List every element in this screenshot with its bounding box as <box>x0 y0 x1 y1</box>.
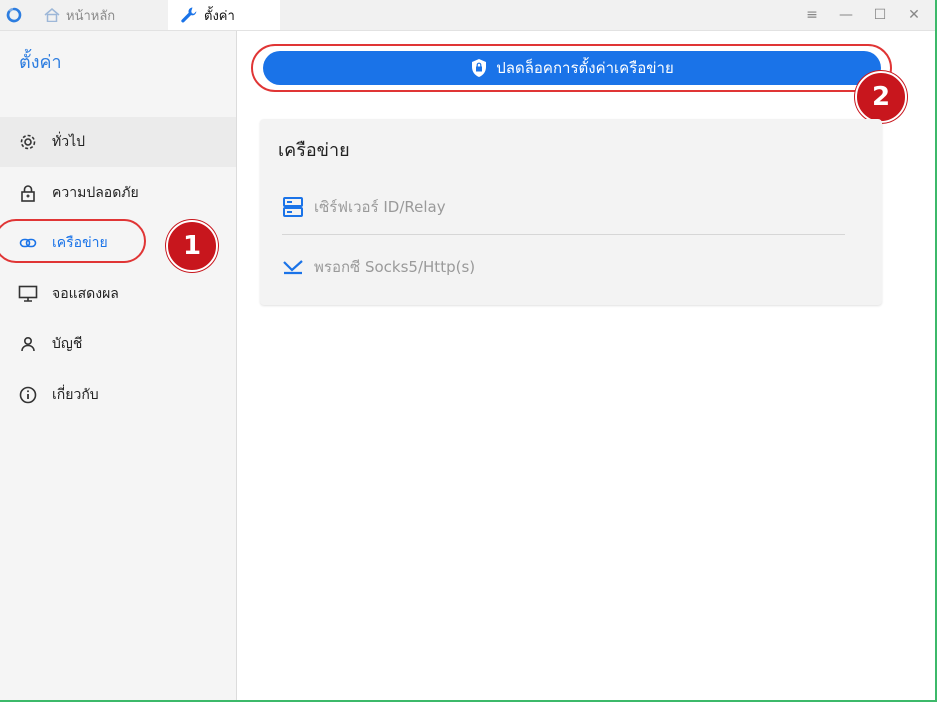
tab-home[interactable]: หน้าหลัก <box>44 0 115 30</box>
server-row-label: เซิร์ฟเวอร์ ID/Relay <box>314 198 446 216</box>
app-logo-icon <box>6 7 22 23</box>
sidebar-item-security[interactable]: ความปลอดภัย <box>0 168 236 218</box>
unlock-network-settings-button[interactable]: ปลดล็อคการตั้งค่าเครือข่าย <box>263 51 881 85</box>
step-badge-2: 2 <box>855 71 907 123</box>
title-bar: หน้าหลัก ตั้งค่า ≡ — ☐ ✕ <box>0 0 935 31</box>
home-icon <box>44 8 60 22</box>
sidebar-item-label: บัญชี <box>52 336 83 352</box>
gear-icon <box>18 132 38 152</box>
card-divider <box>282 234 845 235</box>
annotation-highlight-network <box>0 219 146 263</box>
lock-icon <box>18 183 38 203</box>
sidebar-item-label: ความปลอดภัย <box>52 185 139 201</box>
window-controls: ≡ — ☐ ✕ <box>795 0 931 30</box>
app-window: หน้าหลัก ตั้งค่า ≡ — ☐ ✕ ตั้งค่า ทั่วไป <box>0 0 937 702</box>
unlock-button-label: ปลดล็อคการตั้งค่าเครือข่าย <box>496 59 674 77</box>
shield-icon <box>472 59 487 77</box>
server-id-relay-row[interactable]: เซิร์ฟเวอร์ ID/Relay <box>282 195 446 219</box>
tab-home-label: หน้าหลัก <box>66 8 116 24</box>
step-badge-1: 1 <box>166 220 218 272</box>
monitor-icon <box>18 284 38 304</box>
sidebar-item-display[interactable]: จอแสดงผล <box>0 269 236 319</box>
user-icon <box>18 334 38 354</box>
network-card: เครือข่าย เซิร์ฟเวอร์ ID/Relay พรอกซี So… <box>260 119 882 305</box>
info-icon <box>18 385 38 405</box>
sidebar: ตั้งค่า ทั่วไป ความปลอดภัย เครือข่าย จอแ… <box>0 31 237 700</box>
sidebar-item-general[interactable]: ทั่วไป <box>0 117 236 167</box>
proxy-row[interactable]: พรอกซี Socks5/Http(s) <box>282 255 475 279</box>
sidebar-item-label: เกี่ยวกับ <box>52 387 99 403</box>
minimize-icon[interactable]: — <box>829 0 863 30</box>
sidebar-item-account[interactable]: บัญชี <box>0 319 236 369</box>
sidebar-item-about[interactable]: เกี่ยวกับ <box>0 370 236 420</box>
tab-settings[interactable]: ตั้งค่า <box>168 0 280 30</box>
server-icon <box>283 197 303 217</box>
proxy-icon <box>283 260 303 275</box>
close-icon[interactable]: ✕ <box>897 0 931 30</box>
wrench-icon <box>181 7 197 23</box>
tab-settings-label: ตั้งค่า <box>204 8 235 24</box>
sidebar-title: ตั้งค่า <box>19 52 62 73</box>
main-content: ปลดล็อคการตั้งค่าเครือข่าย 2 เครือข่าย เ… <box>237 31 935 700</box>
menu-icon[interactable]: ≡ <box>795 0 829 30</box>
sidebar-item-label: จอแสดงผล <box>52 286 119 302</box>
maximize-icon[interactable]: ☐ <box>863 0 897 30</box>
card-title: เครือข่าย <box>278 140 350 161</box>
proxy-row-label: พรอกซี Socks5/Http(s) <box>314 258 476 276</box>
sidebar-item-label: ทั่วไป <box>52 134 86 150</box>
